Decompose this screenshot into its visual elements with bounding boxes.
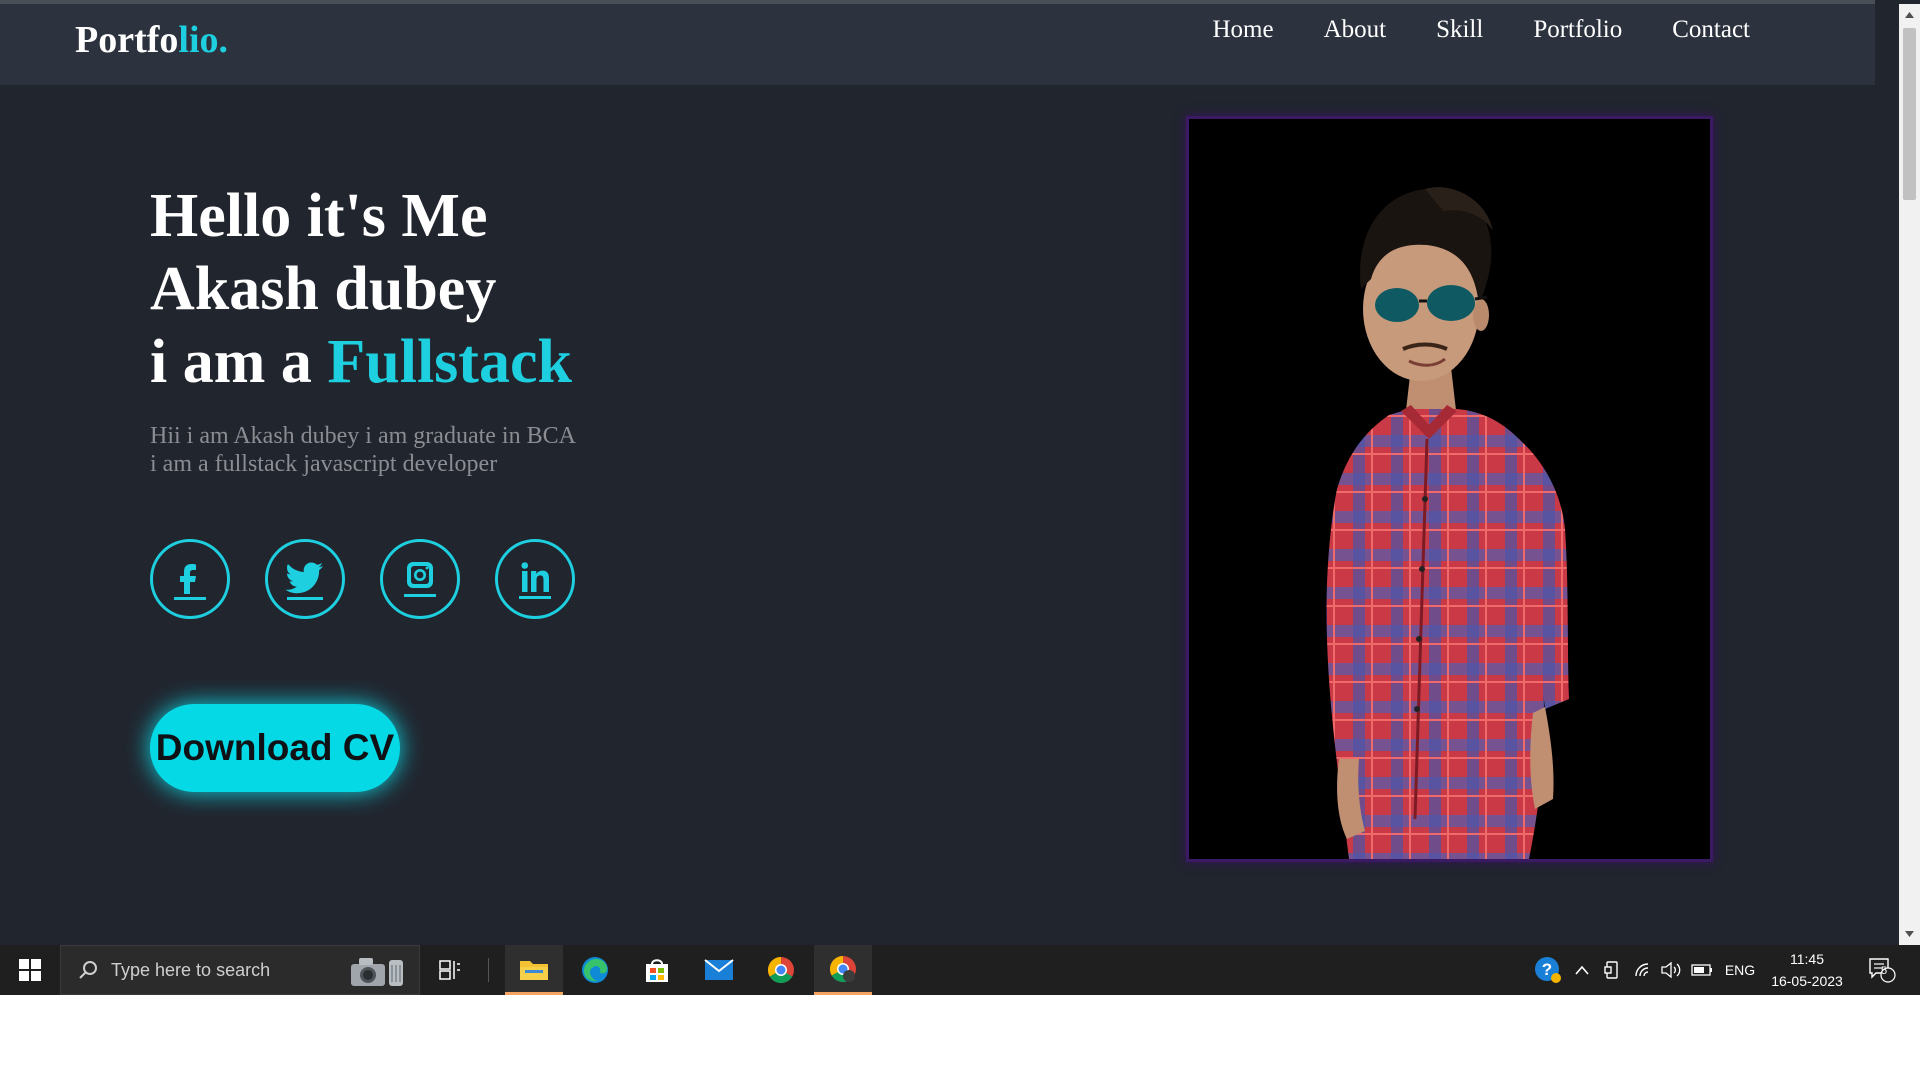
search-placeholder: Type here to search bbox=[111, 959, 271, 980]
mail-icon bbox=[704, 959, 734, 980]
twitter-link[interactable] bbox=[265, 539, 345, 619]
device-icon bbox=[1604, 961, 1618, 979]
volume-icon bbox=[1661, 961, 1681, 979]
task-view-button[interactable] bbox=[421, 945, 479, 995]
intro-line2: i am a fullstack javascript developer bbox=[150, 451, 498, 477]
battery-tray-button[interactable] bbox=[1688, 945, 1716, 995]
file-explorer-button[interactable] bbox=[505, 945, 563, 995]
scroll-down-arrow[interactable] bbox=[1899, 927, 1920, 941]
facebook-link[interactable] bbox=[150, 539, 230, 619]
download-cv-button[interactable]: Download CV bbox=[150, 704, 400, 792]
hero-line1: Hello it's Me bbox=[150, 182, 488, 250]
social-links bbox=[150, 539, 575, 619]
hero-line3-prefix: i am a bbox=[150, 328, 312, 396]
search-icon bbox=[79, 961, 97, 979]
page-scrollbar[interactable] bbox=[1899, 4, 1920, 945]
twitter-icon bbox=[285, 562, 323, 600]
hero-title: Hello it's Me Akash dubey i am a Fullsta… bbox=[150, 180, 572, 399]
linkedin-link[interactable] bbox=[495, 539, 575, 619]
logo-main: Portfo bbox=[75, 19, 179, 61]
logo[interactable]: Portfolio. bbox=[75, 18, 228, 62]
language-indicator[interactable]: ENG bbox=[1722, 945, 1758, 995]
clock-date: 16-05-2023 bbox=[1771, 973, 1843, 989]
facebook-icon bbox=[174, 564, 206, 600]
chrome-active-window-button[interactable] bbox=[814, 945, 872, 995]
network-tray-button[interactable] bbox=[1630, 945, 1656, 995]
scroll-thumb[interactable] bbox=[1903, 28, 1916, 200]
portrait-photo bbox=[1186, 116, 1713, 862]
folder-icon bbox=[520, 960, 548, 980]
portrait-illustration bbox=[1326, 187, 1569, 859]
help-tray-button[interactable]: ? bbox=[1530, 945, 1566, 995]
hero-heading: Hello it's Me Akash dubey i am a Fullsta… bbox=[150, 180, 572, 399]
chrome-icon bbox=[767, 956, 794, 984]
taskbar: Type here to search ? ENG 11:45 16-05-20… bbox=[0, 945, 1920, 995]
chevron-up-icon bbox=[1575, 965, 1589, 975]
taskbar-clock[interactable]: 11:45 16-05-2023 bbox=[1762, 948, 1852, 992]
svg-text:?: ? bbox=[1542, 960, 1552, 979]
nav-home[interactable]: Home bbox=[1212, 16, 1273, 44]
start-button[interactable] bbox=[0, 945, 60, 995]
nav-links: Home About Skill Portfolio Contact bbox=[1212, 16, 1750, 44]
camera-icon bbox=[351, 958, 403, 986]
store-button[interactable] bbox=[628, 945, 686, 995]
volume-tray-button[interactable] bbox=[1658, 945, 1684, 995]
hero-line2: Akash dubey bbox=[150, 255, 497, 323]
hero-line3-accent: Fullstack bbox=[327, 328, 572, 396]
clock-time: 11:45 bbox=[1790, 951, 1824, 967]
instagram-icon bbox=[404, 562, 436, 597]
scroll-up-arrow[interactable] bbox=[1899, 8, 1920, 22]
battery-icon bbox=[1691, 964, 1712, 976]
taskbar-separator bbox=[488, 958, 489, 982]
nav-about[interactable]: About bbox=[1324, 16, 1387, 44]
mail-button[interactable] bbox=[690, 945, 748, 995]
hero-intro: Hii i am Akash dubey i am graduate in BC… bbox=[150, 422, 576, 478]
store-icon bbox=[646, 959, 668, 982]
nav-contact[interactable]: Contact bbox=[1672, 16, 1750, 44]
instagram-link[interactable] bbox=[380, 539, 460, 619]
linkedin-icon bbox=[519, 562, 551, 599]
logo-accent: lio. bbox=[178, 19, 229, 61]
navbar: Portfolio. Home About Skill Portfolio Co… bbox=[0, 4, 1875, 85]
help-icon: ? bbox=[1535, 957, 1561, 983]
notification-count: 5 bbox=[1881, 965, 1888, 977]
edge-icon bbox=[582, 957, 608, 983]
nav-portfolio[interactable]: Portfolio bbox=[1533, 16, 1622, 44]
chrome-icon bbox=[829, 955, 856, 982]
chrome-button[interactable] bbox=[752, 945, 810, 995]
task-view-icon bbox=[439, 960, 460, 980]
intro-line1: Hii i am Akash dubey i am graduate in BC… bbox=[150, 423, 576, 449]
taskbar-search[interactable]: Type here to search bbox=[60, 945, 420, 995]
windows-logo-icon bbox=[19, 959, 41, 981]
show-hidden-icons-button[interactable] bbox=[1570, 945, 1594, 995]
meet-now-tray-button[interactable] bbox=[1600, 945, 1624, 995]
browser-viewport: Portfolio. Home About Skill Portfolio Co… bbox=[0, 0, 1920, 945]
edge-button[interactable] bbox=[566, 945, 624, 995]
notification-center-button[interactable]: 5 bbox=[1864, 945, 1900, 995]
nav-skill[interactable]: Skill bbox=[1436, 16, 1483, 44]
wifi-icon bbox=[1635, 963, 1649, 977]
